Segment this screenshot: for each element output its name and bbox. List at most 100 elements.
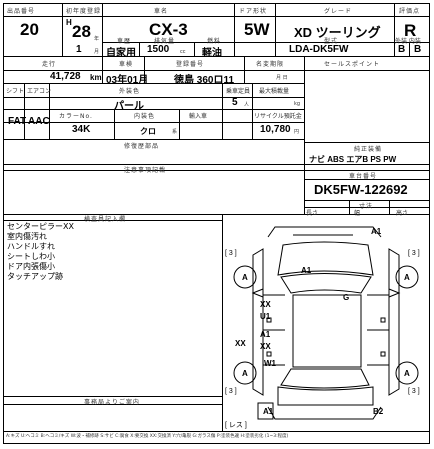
recycle-fee: 10,780 <box>260 124 291 135</box>
equipment-label: 純正装備 <box>354 146 383 153</box>
load-unit: kg <box>294 101 301 107</box>
year-unit: 年 <box>94 36 100 42</box>
fuel: 軽油 <box>202 48 222 59</box>
grade-label: グレード <box>324 8 353 15</box>
int-color-label: 内装色 <box>134 113 156 120</box>
bracket-front-right: [ 3 ] <box>408 250 420 257</box>
mirror-left <box>251 288 264 298</box>
mark-left-rear-door: A1 <box>260 330 271 339</box>
rear-bumper-outline <box>267 406 382 420</box>
inspector-line: 室内傷汚れ <box>7 232 47 241</box>
parts-label: 修復歴部品 <box>124 143 160 150</box>
bracket-rear-right: [ 3 ] <box>408 388 420 395</box>
lot-label: 出品番号 <box>7 8 36 15</box>
handle-right-front <box>380 317 386 323</box>
hood-outline <box>277 241 374 276</box>
int-color: クロ <box>140 127 156 136</box>
capacity: 5 <box>232 97 238 108</box>
mileage-unit: km <box>90 73 102 82</box>
capacity-unit: 人 <box>244 102 250 108</box>
mark-left-rear-door-2: XX <box>260 342 271 351</box>
bracket-front-left: [ 3 ] <box>225 250 237 257</box>
inspector-line: シートしわ小 <box>7 252 55 261</box>
mark-wheel-rl: A <box>242 369 248 378</box>
rear-window-outline <box>280 368 370 389</box>
model-code: LDA-DK5FW <box>289 44 349 55</box>
inspection-label: 車検 <box>119 61 134 68</box>
mark-rear-bumper-right: B2 <box>373 407 384 416</box>
recycle-label: リサイクル預託金 <box>254 113 302 120</box>
displacement: 1500 <box>147 44 170 55</box>
mark-left-rear-wheel: W1 <box>264 359 277 368</box>
mark-left-front-door-2: U1 <box>260 312 271 321</box>
recycle-unit: 円 <box>294 129 300 135</box>
transfer-label: 名変期限 <box>256 61 285 68</box>
displacement-unit: cc <box>180 49 186 55</box>
ac: AAC <box>28 116 50 127</box>
right-door-lines <box>367 294 389 366</box>
mark-hood: A1 <box>301 266 312 275</box>
door-type: 5W <box>244 20 270 39</box>
car-name-label: 車名 <box>154 8 169 15</box>
load-label: 最大積載量 <box>259 88 290 95</box>
notes-label: 注意事項記載 <box>124 167 167 174</box>
handle-left-rear <box>266 351 272 357</box>
shift: FAT <box>8 116 27 127</box>
lot-number: 20 <box>20 20 39 39</box>
dims-label: 寸法 <box>359 203 374 210</box>
handle-right-rear <box>380 351 386 357</box>
auction-sheet: 出品番号 初年度登録 車名 ドア形状 グレード 評価点 20 H 28 年 CX… <box>3 3 430 444</box>
int-color-suffix: 系 <box>172 129 178 135</box>
bracket-rear-left: [ 3 ] <box>225 388 237 395</box>
trunk-outline <box>277 386 374 406</box>
office-label: 事務局よりご案内 <box>84 399 140 406</box>
shift-label: シフト <box>6 88 25 95</box>
inspector-line: タッチアップ跡 <box>7 272 63 281</box>
year-value: 28 <box>72 22 91 41</box>
registration: 徳島 360ロ11 <box>174 75 235 86</box>
mark-wheel-rr: A <box>404 369 410 378</box>
usage: 自家用 <box>106 48 136 59</box>
month-value: 1 <box>76 44 82 55</box>
legend: A:キズ U:ヘコミ B:ヘコミ/キズ W:波・補修跡 S:サビ C:腐食 X:… <box>6 434 289 439</box>
mirror-right <box>388 288 401 298</box>
equipment: ナビ ABS エアB PS PW <box>309 155 397 164</box>
mark-left-front-door: XX <box>260 300 271 309</box>
chassis-number: DK5FW-122692 <box>314 182 408 197</box>
damage-diagram: A1 A1 G XX U1 A1 XX XX W1 A A A A A1 B2 … <box>225 226 420 429</box>
roof-outline <box>292 294 362 368</box>
mark-windshield: G <box>343 293 349 302</box>
interior-grade: B <box>414 44 422 55</box>
color-no: 34K <box>72 124 91 135</box>
month-unit: 月 <box>94 49 100 55</box>
chassis-label: 車台番号 <box>349 173 378 180</box>
ix-label: [ レス ] <box>225 421 247 429</box>
color-no-label: カラーNo. <box>59 113 93 120</box>
inspector-line: ドア内張傷小 <box>7 262 55 271</box>
reg-label: 登録番号 <box>176 61 205 68</box>
mark-front-bumper: A1 <box>371 227 382 236</box>
inspection: 03年01月 <box>106 75 149 86</box>
door-label: ドア形状 <box>239 8 268 15</box>
mark-rear-bumper-left: A1 <box>263 407 274 416</box>
score-label: 評価点 <box>399 8 421 15</box>
inspector-notes: センターピラーXX 室内傷汚れ ハンドルすれ シートしわ小 ドア内張傷小 タッチ… <box>7 222 74 282</box>
mileage: 41,728 <box>50 71 81 82</box>
ext-color-label: 外装色 <box>119 88 141 95</box>
mark-left-pillar: XX <box>235 339 246 348</box>
year-label: 初年度登録 <box>66 8 102 15</box>
mark-wheel-fl: A <box>242 273 248 282</box>
ext-color: パール <box>114 101 144 112</box>
transfer-deadline: 月 日 <box>276 75 288 81</box>
mark-wheel-fr: A <box>404 273 410 282</box>
inspector-line: ハンドルすれ <box>7 242 55 251</box>
mileage-label: 走行 <box>42 61 57 68</box>
import-label: 輸入車 <box>189 113 208 120</box>
exterior-grade: B <box>398 44 406 55</box>
selling-label: セールスポイント <box>324 61 381 68</box>
era: H <box>66 18 72 27</box>
inspector-label: 検査員記入欄 <box>84 216 127 223</box>
ac-label: エアコン <box>27 88 52 95</box>
inspector-line: センターピラーXX <box>7 222 74 231</box>
windshield-outline <box>280 273 372 294</box>
